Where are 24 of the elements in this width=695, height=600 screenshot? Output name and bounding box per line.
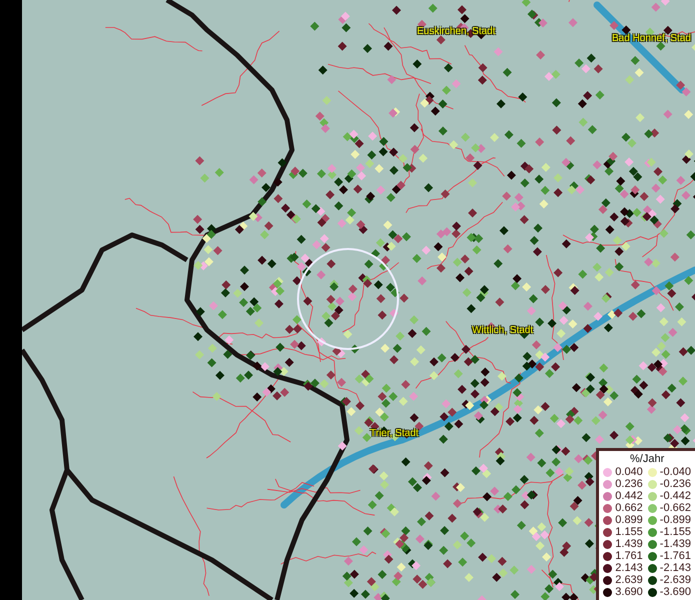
legend-title: %/Jahr [629, 453, 666, 466]
legend-label: 0.899 [615, 514, 643, 526]
legend-label: 0.442 [615, 490, 643, 502]
legend-label: -0.442 [660, 490, 691, 502]
legend-label: -0.040 [660, 466, 691, 478]
legend-label: -0.899 [660, 514, 691, 526]
legend-label: 1.439 [615, 538, 643, 550]
place-label: Wittlich, Stadt [472, 325, 534, 336]
legend-label: 2.143 [615, 562, 643, 574]
legend-label: -0.236 [660, 478, 691, 490]
legend-label: -2.143 [660, 562, 691, 574]
legend-label: -2.639 [660, 574, 691, 586]
legend-label: 1.761 [615, 550, 643, 562]
legend-label: -1.761 [660, 550, 691, 562]
legend-label: -1.155 [660, 526, 691, 538]
legend-label: 0.040 [615, 466, 643, 478]
legend-label: 0.236 [615, 478, 643, 490]
legend-label: -3.690 [660, 586, 691, 598]
legend-label: 1.155 [615, 526, 643, 538]
legend-label: 2.639 [615, 574, 643, 586]
legend-label: -0.662 [660, 502, 691, 514]
legend-label: 0.662 [615, 502, 643, 514]
legend-label: 3.690 [615, 586, 643, 598]
legend-label: -1.439 [660, 538, 691, 550]
